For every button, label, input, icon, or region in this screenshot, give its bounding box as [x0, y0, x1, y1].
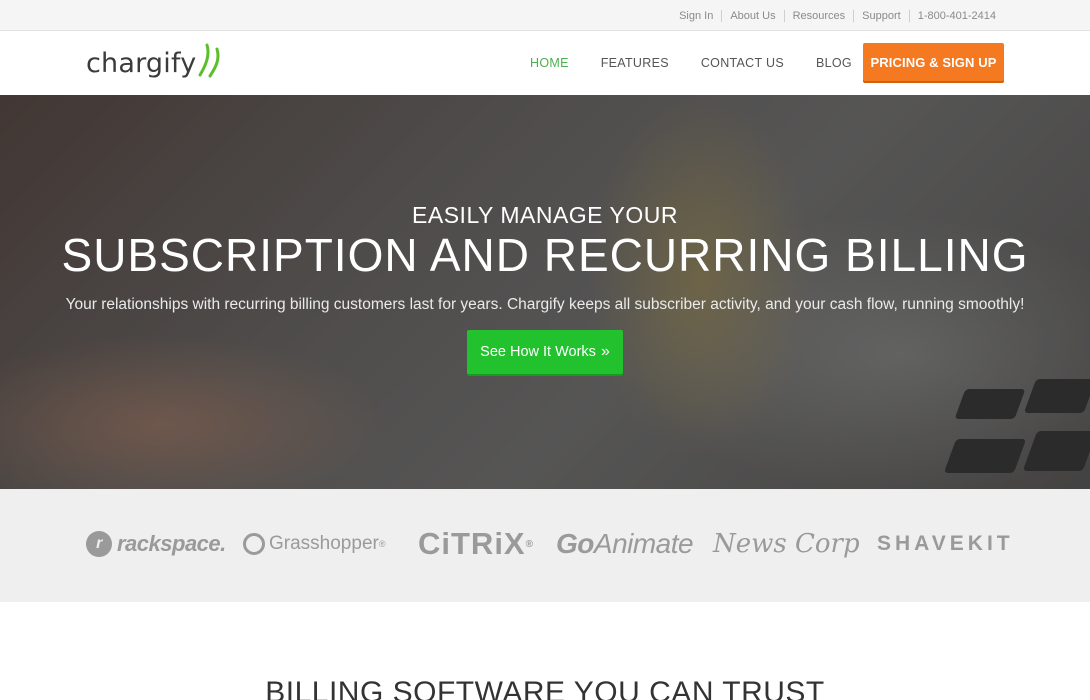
phone-link[interactable]: 1-800-401-2414 — [908, 10, 1004, 22]
main-nav: HOME FEATURES CONTACT US BLOG — [530, 56, 884, 70]
citrix-logo-text: CiTRiX — [418, 526, 526, 561]
grasshopper-ring-icon — [243, 533, 265, 555]
hero-eyebrow: EASILY MANAGE YOUR — [412, 202, 678, 228]
citrix-logo: CiTRiX ® — [418, 524, 534, 564]
logo-text: chargify — [86, 48, 197, 79]
rackspace-logo: r rackspace. — [86, 524, 226, 564]
news-corp-logo: News Corp — [713, 524, 860, 564]
rackspace-badge-icon: r — [86, 531, 112, 557]
see-how-it-works-label: See How It Works — [480, 344, 596, 360]
nav-blog[interactable]: BLOG — [816, 56, 852, 70]
billing-software-heading: BILLING SOFTWARE YOU CAN TRUST — [265, 676, 825, 700]
hero-banner: EASILY MANAGE YOUR SUBSCRIPTION AND RECU… — [0, 95, 1090, 489]
goanimate-go-text: Go — [556, 528, 594, 559]
nav-contact-us[interactable]: CONTACT US — [701, 56, 784, 70]
rackspace-logo-text: rackspace. — [117, 531, 226, 556]
double-chevron-right-icon: » — [600, 343, 610, 360]
grasshopper-logo-text: Grasshopper — [269, 533, 379, 554]
hero-title: SUBSCRIPTION AND RECURRING BILLING — [61, 229, 1029, 281]
hero-content: EASILY MANAGE YOUR SUBSCRIPTION AND RECU… — [0, 95, 1090, 489]
hero-subtitle: Your relationships with recurring billin… — [65, 296, 1025, 313]
goanimate-logo: Go Animate — [556, 524, 694, 564]
about-us-link[interactable]: About Us — [721, 10, 783, 22]
goanimate-rest-text: Animate — [593, 528, 694, 559]
grasshopper-registered-mark: ® — [378, 539, 386, 549]
shavekit-logo-text: SHAVEKIT — [877, 532, 1014, 555]
sign-in-link[interactable]: Sign In — [671, 10, 721, 22]
citrix-registered-mark: ® — [525, 538, 534, 550]
support-link[interactable]: Support — [853, 10, 909, 22]
utility-links: Sign In About Us Resources Support 1-800… — [671, 10, 1004, 22]
chargify-swoosh-icon — [198, 43, 220, 78]
resources-link[interactable]: Resources — [783, 10, 854, 22]
utility-bar: Sign In About Us Resources Support 1-800… — [0, 0, 1090, 31]
nav-home[interactable]: HOME — [530, 56, 569, 70]
see-how-it-works-button[interactable]: See How It Works » — [467, 330, 623, 374]
pricing-signup-button[interactable]: PRICING & SIGN UP — [863, 43, 1004, 81]
main-header: chargify HOME FEATURES CONTACT US BLOG P… — [0, 31, 1090, 95]
nav-features[interactable]: FEATURES — [601, 56, 669, 70]
news-corp-logo-text: News Corp — [713, 529, 860, 559]
shavekit-logo: SHAVEKIT — [877, 524, 1014, 564]
grasshopper-logo: Grasshopper ® — [243, 524, 385, 564]
chargify-logo[interactable]: chargify — [86, 41, 222, 79]
client-logos-strip: r rackspace. Grasshopper ® CiTRiX ® Go Anim… — [0, 489, 1090, 602]
